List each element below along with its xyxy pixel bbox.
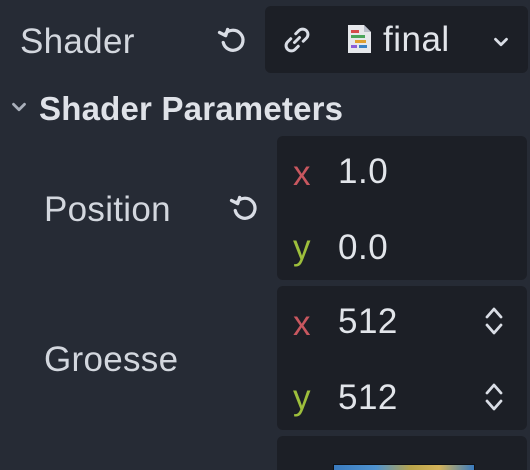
shader-parameters-section-header[interactable]: Shader Parameters [6,88,406,128]
inspector-panel: Shader final Shader Parameters Position … [0,0,530,470]
shader-label: Shader [20,22,135,61]
position-y-value: 0.0 [338,228,389,267]
position-x-value: 1.0 [338,152,389,191]
section-collapse-icon [12,102,26,112]
up-down-spinner-icon[interactable] [482,304,506,338]
chevron-down-icon [494,37,508,47]
position-x-axis-label: x [293,154,311,193]
groesse-y-field[interactable]: y 512 [277,360,527,430]
revert-icon [217,27,245,52]
shader-link-button[interactable] [277,20,317,60]
position-revert-button[interactable] [224,188,264,228]
shader-revert-button[interactable] [212,20,252,60]
position-x-field[interactable]: x 1.0 [277,136,527,208]
groesse-label: Groesse [44,340,179,379]
revert-icon [229,195,257,220]
position-y-axis-label: y [293,228,311,267]
up-down-spinner-icon[interactable] [482,380,506,414]
texture-preview-thumbnail [333,464,475,470]
link-icon [284,27,310,53]
position-field-group: x 1.0 y 0.0 [277,136,527,280]
shader-resource-name: final [383,20,450,59]
shader-resource-picker: final [265,6,528,73]
groesse-x-field[interactable]: x 512 [277,286,527,358]
groesse-field-group: x 512 y 512 [277,286,527,430]
section-title: Shader Parameters [39,90,344,127]
groesse-x-value: 512 [338,302,398,341]
shader-file-icon [348,25,371,53]
position-y-field[interactable]: y 0.0 [277,210,527,280]
groesse-x-axis-label: x [293,304,311,343]
groesse-y-value: 512 [338,378,398,417]
shader-resource-button[interactable]: final [345,20,521,60]
groesse-y-axis-label: y [293,378,311,417]
texture-parameter-field[interactable] [277,436,527,470]
position-label: Position [44,190,171,229]
